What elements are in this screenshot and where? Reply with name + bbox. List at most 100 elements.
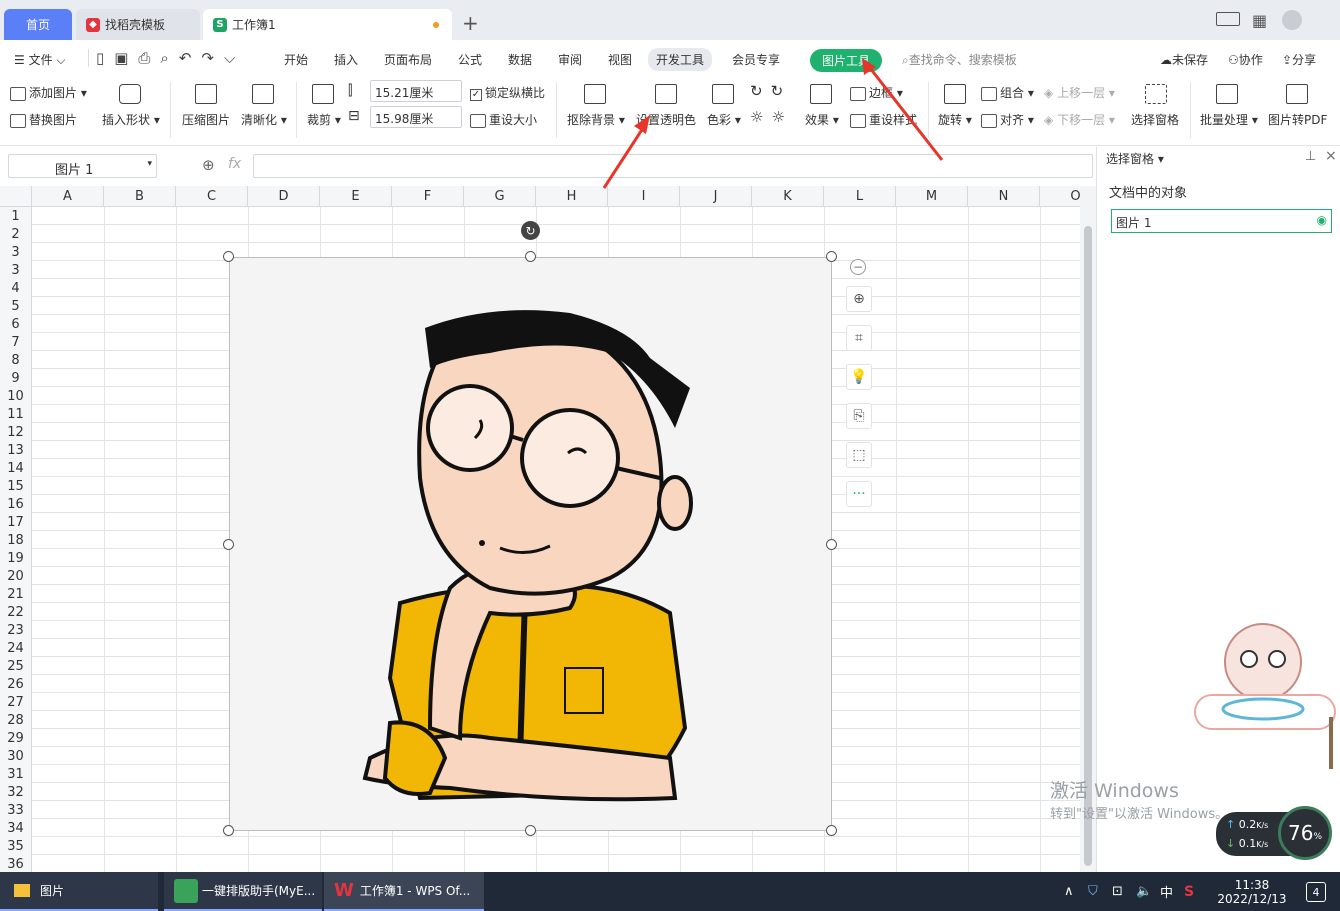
row-header[interactable]: 1 xyxy=(0,207,32,225)
row-header[interactable]: 6 xyxy=(0,315,32,333)
row-header[interactable]: 36 xyxy=(0,855,32,872)
row-header[interactable]: 4 xyxy=(0,279,32,297)
row-header[interactable]: 22 xyxy=(0,603,32,621)
row-header[interactable]: 32 xyxy=(0,783,32,801)
resize-handle[interactable] xyxy=(223,539,234,550)
row-header[interactable]: 25 xyxy=(0,657,32,675)
resize-handle[interactable] xyxy=(525,825,536,836)
crop-button[interactable]: 裁剪 ▾ xyxy=(307,111,341,128)
row-header[interactable]: 28 xyxy=(0,711,32,729)
row-header[interactable]: 34 xyxy=(0,819,32,837)
cutout-icon[interactable]: ⬚ xyxy=(846,442,872,468)
crop-float-icon[interactable]: ⌗ xyxy=(846,325,872,351)
column-header[interactable]: A xyxy=(32,186,104,207)
lock-ratio-checkbox[interactable]: ✓ 锁定纵横比 xyxy=(470,84,545,101)
share-button[interactable]: ⇪分享 xyxy=(1282,51,1316,68)
network-icon[interactable]: ⊡ xyxy=(1112,872,1123,911)
more-icon[interactable]: ··· xyxy=(846,481,872,507)
add-picture-button[interactable]: 添加图片 ▾ xyxy=(10,84,87,101)
column-header[interactable]: G xyxy=(464,186,536,207)
column-header[interactable]: E xyxy=(320,186,392,207)
selected-picture[interactable] xyxy=(229,257,832,831)
menu-review[interactable]: 审阅 xyxy=(558,51,582,68)
batch-button[interactable]: 批量处理 ▾ xyxy=(1200,111,1258,128)
row-header[interactable]: 27 xyxy=(0,693,32,711)
ime-indicator[interactable]: 中 xyxy=(1160,872,1173,911)
column-header[interactable]: C xyxy=(176,186,248,207)
unsaved-button[interactable]: ☁未保存 xyxy=(1160,51,1208,68)
menu-file[interactable]: ☰ 文件 ⌵ xyxy=(14,51,66,68)
row-header[interactable]: 21 xyxy=(0,585,32,603)
name-box[interactable]: 图片 1 ▾ xyxy=(8,154,157,178)
row-header[interactable]: 23 xyxy=(0,621,32,639)
row-header[interactable]: 2 xyxy=(0,225,32,243)
tab-workbook[interactable]: S 工作簿1 xyxy=(203,9,452,40)
row-header[interactable]: 30 xyxy=(0,747,32,765)
column-header[interactable]: F xyxy=(392,186,464,207)
notification-icon[interactable]: 4 xyxy=(1306,882,1326,902)
reset-size-button[interactable]: 重设大小 xyxy=(470,111,537,128)
row-header[interactable]: 29 xyxy=(0,729,32,747)
menu-insert[interactable]: 插入 xyxy=(334,51,358,68)
select-all-corner[interactable] xyxy=(0,186,32,207)
width-input[interactable]: 15.98厘米 xyxy=(370,106,462,128)
row-header[interactable]: 35 xyxy=(0,837,32,855)
row-header[interactable]: 13 xyxy=(0,441,32,459)
row-header[interactable]: 8 xyxy=(0,351,32,369)
zoom-search-icon[interactable]: ⊕ xyxy=(202,156,215,174)
insert-shape-button[interactable]: 插入形状 ▾ xyxy=(102,111,160,128)
row-header[interactable]: 3 xyxy=(0,243,32,261)
row-header[interactable]: 16 xyxy=(0,495,32,513)
tab-template[interactable]: ◆ 找稻壳模板 xyxy=(76,9,200,40)
row-header[interactable]: 9 xyxy=(0,369,32,387)
group-button[interactable]: 组合 ▾ xyxy=(981,84,1034,101)
row-header[interactable]: 14 xyxy=(0,459,32,477)
object-item[interactable]: 图片 1 ◉ xyxy=(1111,209,1332,233)
convert-icon[interactable]: ⎘ xyxy=(846,403,872,429)
vertical-scrollbar[interactable] xyxy=(1080,186,1096,872)
taskbar-item-wps[interactable]: W 工作簿1 - WPS Of... xyxy=(324,872,484,911)
row-header[interactable]: 10 xyxy=(0,387,32,405)
row-header[interactable]: 24 xyxy=(0,639,32,657)
column-header[interactable]: D xyxy=(248,186,320,207)
wps-tray-icon[interactable]: S xyxy=(1184,872,1194,911)
resize-handle[interactable] xyxy=(223,825,234,836)
menu-home[interactable]: 开始 xyxy=(284,51,308,68)
resize-handle[interactable] xyxy=(223,251,234,262)
height-input[interactable]: 15.21厘米 xyxy=(370,80,462,102)
to-pdf-button[interactable]: 图片转PDF xyxy=(1268,111,1327,128)
row-header[interactable]: 26 xyxy=(0,675,32,693)
send-backward-button[interactable]: ◈ 下移一层 ▾ xyxy=(1044,111,1115,128)
row-header[interactable]: 7 xyxy=(0,333,32,351)
row-header[interactable]: 15 xyxy=(0,477,32,495)
fx-icon[interactable]: fx xyxy=(228,156,241,172)
collapse-icon[interactable]: − xyxy=(850,259,866,275)
close-icon[interactable]: × xyxy=(1325,148,1337,164)
menu-data[interactable]: 数据 xyxy=(508,51,532,68)
volume-icon[interactable]: 🔈 xyxy=(1136,872,1152,911)
column-header[interactable]: O xyxy=(1040,186,1080,207)
row-header[interactable]: 31 xyxy=(0,765,32,783)
selection-pane-button[interactable]: 选择窗格 xyxy=(1131,111,1179,128)
taskbar-item-myeditor[interactable]: 一键排版助手(MyE... xyxy=(164,872,322,911)
align-button[interactable]: 对齐 ▾ xyxy=(981,111,1034,128)
collaborate-button[interactable]: ⚇协作 xyxy=(1228,51,1263,68)
row-header[interactable]: 18 xyxy=(0,531,32,549)
resize-handle[interactable] xyxy=(525,251,536,262)
window-layout-icon[interactable] xyxy=(1216,12,1240,26)
menu-formulas[interactable]: 公式 xyxy=(458,51,482,68)
row-header[interactable]: 11 xyxy=(0,405,32,423)
rotate-handle-icon[interactable]: ↻ xyxy=(521,221,540,240)
resize-handle[interactable] xyxy=(826,825,837,836)
menu-page-layout[interactable]: 页面布局 xyxy=(384,51,432,68)
avatar[interactable] xyxy=(1282,10,1302,30)
quick-access-icons[interactable]: ▯▣⎙⌕↶↷⌵ xyxy=(96,49,245,67)
row-header[interactable]: 12 xyxy=(0,423,32,441)
row-header[interactable]: 5 xyxy=(0,297,32,315)
taskbar-item-folder[interactable]: 图片 xyxy=(0,872,158,911)
pane-title[interactable]: 选择窗格 ▾ xyxy=(1106,150,1164,167)
sharpen-button[interactable]: 清晰化 ▾ xyxy=(241,111,287,128)
pin-icon[interactable]: ⊥ xyxy=(1305,149,1316,164)
new-tab-button[interactable]: + xyxy=(462,11,479,35)
column-header[interactable]: B xyxy=(104,186,176,207)
